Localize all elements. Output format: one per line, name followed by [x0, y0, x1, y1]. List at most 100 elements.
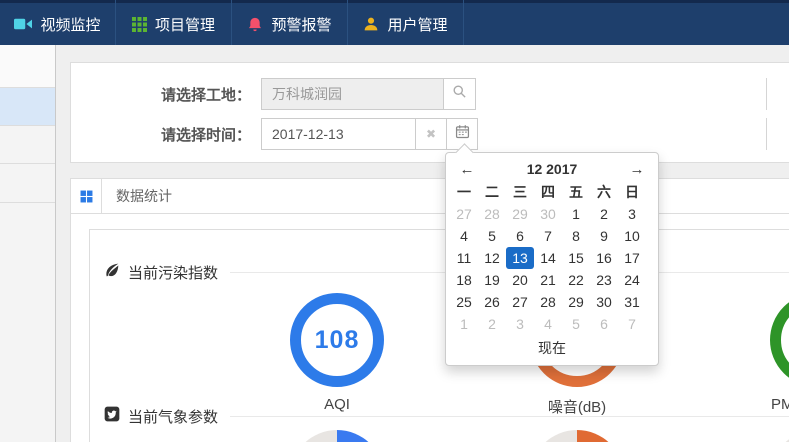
calendar-dayname: 日 — [618, 181, 646, 203]
site-label: 请选择工地： — [71, 84, 251, 105]
user-icon — [363, 16, 379, 32]
calendar-prev-button[interactable]: ← — [450, 161, 484, 178]
stats-panel-header: 数据统计 — [71, 179, 789, 214]
calendar-day[interactable]: 9 — [590, 225, 618, 247]
calendar-day[interactable]: 23 — [590, 269, 618, 291]
filter-panel: 请选择工地： 请选择时间： ✖ — [70, 62, 789, 163]
calendar-day[interactable]: 27 — [450, 203, 478, 225]
calendar-day[interactable]: 12 — [478, 247, 506, 269]
app-window: 视频监控 项目管理 预警报警 用户管理 请选择工地： 请选择时间： ✖ — [0, 0, 789, 442]
calendar-day[interactable]: 31 — [618, 291, 646, 313]
leaf-icon — [104, 262, 120, 283]
nav-item-2[interactable]: 项目管理 — [116, 0, 232, 45]
calendar-day[interactable]: 7 — [618, 313, 646, 335]
calendar-day[interactable]: 28 — [534, 291, 562, 313]
calendar-day[interactable]: 5 — [562, 313, 590, 335]
calendar-day[interactable]: 18 — [450, 269, 478, 291]
weather-section-header: 当前气象参数 — [104, 406, 789, 427]
calendar-dayname: 二 — [478, 181, 506, 203]
calendar-day[interactable]: 24 — [618, 269, 646, 291]
calendar-day[interactable]: 7 — [534, 225, 562, 247]
calendar-day[interactable]: 10 — [618, 225, 646, 247]
form-divider — [766, 78, 767, 110]
calendar-day[interactable]: 29 — [562, 291, 590, 313]
calendar-day[interactable]: 6 — [590, 313, 618, 335]
sidebar-item-4[interactable] — [0, 164, 55, 203]
calendar-day[interactable]: 1 — [562, 203, 590, 225]
calendar-today-button[interactable]: 现在 — [450, 335, 654, 361]
nav-item-label: 项目管理 — [155, 14, 215, 35]
calendar-day[interactable]: 29 — [506, 203, 534, 225]
calendar-day[interactable]: 5 — [478, 225, 506, 247]
calendar-day[interactable]: 15 — [562, 247, 590, 269]
nav-item-3[interactable]: 预警报警 — [232, 0, 348, 45]
site-search-button[interactable] — [443, 78, 476, 110]
calendar-day[interactable]: 27 — [506, 291, 534, 313]
video-icon — [14, 17, 32, 31]
calendar-day[interactable]: 26 — [478, 291, 506, 313]
stats-panel-title: 数据统计 — [102, 179, 172, 213]
sidebar-item-3[interactable] — [0, 126, 55, 164]
calendar-day[interactable]: 4 — [450, 225, 478, 247]
datepicker-popup: ← 12 2017 → 一二三四五六日 27282930123456789101… — [445, 152, 659, 366]
weather-gauge-3 — [770, 430, 789, 442]
calendar-day[interactable]: 3 — [618, 203, 646, 225]
date-input[interactable] — [261, 118, 416, 150]
calendar-day[interactable]: 20 — [506, 269, 534, 291]
weather-gauge-2 — [530, 430, 624, 442]
nav-item-label: 用户管理 — [387, 14, 447, 35]
calendar-day[interactable]: 1 — [450, 313, 478, 335]
calendar-day-selected[interactable]: 13 — [506, 247, 534, 269]
calendar-day[interactable]: 14 — [534, 247, 562, 269]
stats-card: 当前污染指数 108AQI噪音(dB)PM2.5(μg/m³) 当前气象参数 — [89, 229, 789, 442]
pollution-gauge-3: PM2.5(μg/m³) — [747, 293, 789, 413]
time-label: 请选择时间： — [71, 124, 251, 145]
calendar-dayname: 一 — [450, 181, 478, 203]
weather-gauge-1 — [290, 430, 384, 442]
calendar-day[interactable]: 2 — [478, 313, 506, 335]
nav-item-label: 预警报警 — [271, 14, 331, 35]
calendar-icon — [455, 124, 470, 144]
calendar-grid: 2728293012345678910111213141516171819202… — [450, 203, 654, 335]
calendar-day[interactable]: 16 — [590, 247, 618, 269]
calendar-day[interactable]: 22 — [562, 269, 590, 291]
date-clear-button[interactable]: ✖ — [415, 118, 447, 150]
calendar-day[interactable]: 6 — [506, 225, 534, 247]
calendar-day[interactable]: 21 — [534, 269, 562, 291]
calendar-dayname: 三 — [506, 181, 534, 203]
gauge-ring — [770, 293, 789, 387]
calendar-day[interactable]: 30 — [534, 203, 562, 225]
th-large-icon — [71, 179, 102, 213]
calendar-dayname: 四 — [534, 181, 562, 203]
calendar-day[interactable]: 17 — [618, 247, 646, 269]
stats-panel: 数据统计 当前污染指数 108AQI噪音(dB)PM2.5(μg/m³) 当前气… — [70, 178, 789, 442]
search-icon — [452, 84, 467, 104]
calendar-day[interactable]: 28 — [478, 203, 506, 225]
pollution-section-title: 当前污染指数 — [128, 262, 218, 283]
calendar-next-button[interactable]: → — [620, 161, 654, 178]
calendar-dayname: 五 — [562, 181, 590, 203]
gauge-ring: 108 — [290, 293, 384, 387]
site-input[interactable] — [261, 78, 444, 110]
weather-bird-icon — [104, 406, 120, 427]
calendar-day[interactable]: 4 — [534, 313, 562, 335]
calendar-dayname: 六 — [590, 181, 618, 203]
section-divider — [230, 416, 789, 417]
calendar-day-headers: 一二三四五六日 — [450, 181, 654, 203]
nav-item-1[interactable]: 视频监控 — [0, 0, 116, 45]
sidebar — [0, 45, 56, 442]
calendar-day[interactable]: 25 — [450, 291, 478, 313]
clear-icon: ✖ — [426, 127, 436, 141]
calendar-day[interactable]: 30 — [590, 291, 618, 313]
navbar: 视频监控 项目管理 预警报警 用户管理 — [0, 0, 789, 45]
sidebar-item-1[interactable] — [0, 45, 55, 88]
calendar-day[interactable]: 11 — [450, 247, 478, 269]
nav-item-4[interactable]: 用户管理 — [348, 0, 464, 45]
calendar-day[interactable]: 3 — [506, 313, 534, 335]
calendar-day[interactable]: 2 — [590, 203, 618, 225]
sidebar-item-2[interactable] — [0, 88, 55, 126]
weather-section-title: 当前气象参数 — [128, 406, 218, 427]
calendar-day[interactable]: 8 — [562, 225, 590, 247]
pollution-gauge-1: 108AQI — [267, 293, 407, 413]
calendar-day[interactable]: 19 — [478, 269, 506, 291]
